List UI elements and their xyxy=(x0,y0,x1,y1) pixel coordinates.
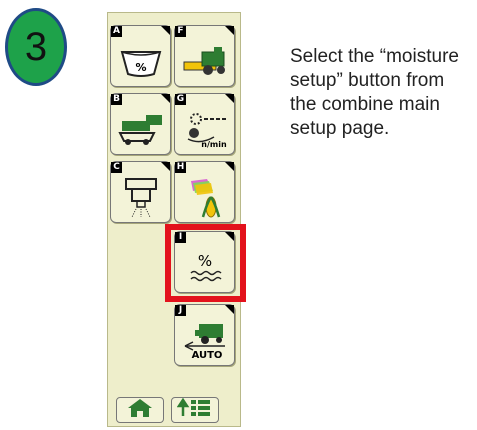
combine-header-icon xyxy=(175,36,234,86)
menu-list-button[interactable] xyxy=(171,397,219,423)
speed-unit-text: n/min xyxy=(201,140,227,149)
corner-marker xyxy=(225,94,234,103)
shaft-speed-icon: n/min xyxy=(175,104,234,154)
step-badge: 3 xyxy=(5,8,67,86)
instruction-text: Select the “moisture setup” button from … xyxy=(290,46,459,139)
grain-percent-text: % xyxy=(135,61,146,74)
moisture-setup-highlight-box xyxy=(165,224,246,302)
grain-bin-percent-icon: % xyxy=(111,36,170,86)
corner-marker xyxy=(225,162,234,171)
grain-cleaning-icon xyxy=(111,172,170,222)
button-g-shaft-speed[interactable]: G n/min xyxy=(174,93,235,155)
corner-marker xyxy=(225,305,234,314)
button-j-auto[interactable]: J AUTO xyxy=(174,304,235,366)
auto-combine-icon: AUTO xyxy=(175,315,234,365)
home-icon xyxy=(127,398,153,423)
menu-list-icon xyxy=(176,397,213,423)
home-button[interactable] xyxy=(116,397,164,423)
button-c-grain-cleaning[interactable]: C xyxy=(110,161,171,223)
combine-setup-icon xyxy=(111,104,170,154)
corner-marker xyxy=(161,162,170,171)
button-a-grain-percent[interactable]: A % xyxy=(110,25,171,87)
corner-marker xyxy=(225,26,234,35)
button-b-combine-setup[interactable]: B xyxy=(110,93,171,155)
button-f-header[interactable]: F xyxy=(174,25,235,87)
crop-type-icon xyxy=(175,172,234,222)
corner-marker xyxy=(161,26,170,35)
auto-text: AUTO xyxy=(191,350,222,360)
step-number: 3 xyxy=(24,24,48,69)
button-h-crop-type[interactable]: H xyxy=(174,161,235,223)
corner-marker xyxy=(161,94,170,103)
